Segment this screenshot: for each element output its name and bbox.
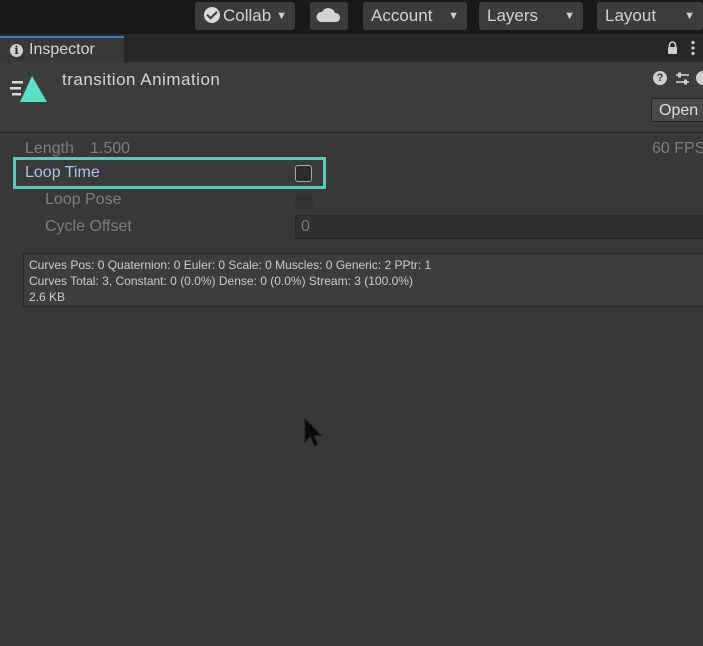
loop-time-label[interactable]: Loop Time [25, 164, 100, 182]
chevron-down-icon: ▼ [276, 10, 287, 22]
collab-label: Collab [223, 6, 272, 25]
curves-info-line: Curves Pos: 0 Quaternion: 0 Euler: 0 Sca… [29, 258, 432, 272]
curves-info-line: Curves Total: 3, Constant: 0 (0.0%) Dens… [29, 274, 413, 288]
tab-bar: i Inspector [0, 34, 703, 62]
mouse-cursor-icon [304, 418, 323, 447]
layout-label: Layout [605, 6, 657, 25]
length-value: 1.500 [90, 140, 131, 157]
layout-dropdown[interactable]: Layout ▼ [597, 2, 703, 30]
cloud-icon [316, 8, 341, 22]
layers-label: Layers [487, 6, 539, 25]
tab-inspector[interactable]: i Inspector [0, 36, 124, 62]
loop-time-checkbox[interactable] [295, 165, 312, 182]
loop-pose-label: Loop Pose [45, 191, 122, 208]
chevron-down-icon: ▼ [684, 10, 695, 22]
top-toolbar: Collab ▼ Account ▼ Layers ▼ Layout ▼ [0, 0, 703, 34]
open-button[interactable]: Open [651, 98, 703, 122]
check-circle-icon [204, 7, 220, 23]
cloud-button[interactable] [310, 2, 348, 30]
fps-value: 60 FPS [652, 140, 703, 157]
kebab-menu-icon[interactable] [690, 40, 696, 56]
chevron-down-icon: ▼ [564, 10, 575, 22]
curves-size-line: 2.6 KB [29, 290, 66, 304]
curves-info-box: Curves Pos: 0 Quaternion: 0 Euler: 0 Sca… [23, 253, 703, 307]
layers-dropdown[interactable]: Layers ▼ [479, 2, 583, 30]
asset-title: transition Animation [62, 70, 221, 89]
account-dropdown[interactable]: Account ▼ [363, 2, 467, 30]
loop-pose-checkbox [295, 193, 313, 209]
length-label: Length [25, 140, 74, 157]
preset-sliders-icon[interactable] [675, 71, 690, 86]
inspector-header: transition Animation ? Open [0, 62, 703, 133]
tab-inspector-label: Inspector [29, 41, 95, 58]
account-label: Account [371, 6, 433, 25]
lock-icon[interactable] [667, 41, 678, 55]
info-icon: i [10, 44, 23, 57]
cycle-offset-field: 0 [295, 215, 703, 239]
help-icon[interactable]: ? [653, 71, 667, 85]
gear-icon[interactable] [696, 71, 703, 85]
chevron-down-icon: ▼ [448, 10, 459, 22]
animation-clip-icon [10, 76, 47, 102]
collab-dropdown[interactable]: Collab ▼ [195, 2, 295, 30]
cycle-offset-label: Cycle Offset [45, 218, 132, 235]
